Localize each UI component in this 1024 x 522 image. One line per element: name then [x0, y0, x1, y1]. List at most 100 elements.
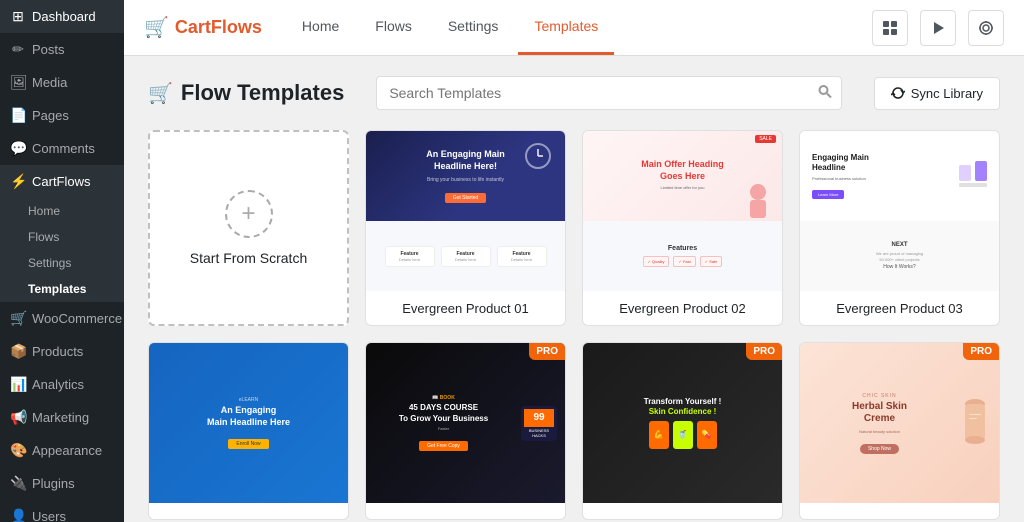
sidebar-item-users[interactable]: 👤 Users: [0, 500, 124, 522]
template-label-course: [149, 503, 348, 519]
sidebar-item-label: Products: [32, 344, 83, 359]
page-header: 🛒 Flow Templates: [148, 76, 1000, 110]
top-nav: 🛒 CartFlows Home Flows Settings Template…: [124, 0, 1024, 56]
tab-settings[interactable]: Settings: [432, 0, 515, 55]
woocommerce-icon: 🛒: [10, 310, 26, 327]
sidebar-item-label: Comments: [32, 141, 95, 156]
sidebar-item-label: Appearance: [32, 443, 102, 458]
sidebar-submenu: Home Flows Settings Templates: [0, 198, 124, 302]
users-icon: 👤: [10, 508, 26, 522]
template-card-skin[interactable]: PRO CHIC SKIN Herbal SkinCreme Natural b…: [799, 342, 1000, 520]
template-label-02: Evergreen Product 02: [583, 291, 782, 324]
sidebar-subitem-templates[interactable]: Templates: [0, 276, 124, 302]
scratch-plus-icon: +: [225, 190, 273, 238]
scratch-card[interactable]: + Start From Scratch: [148, 130, 349, 326]
template-card-course[interactable]: eLEARN An EngagingMain Headline Here Enr…: [148, 342, 349, 520]
template-card-fitness[interactable]: PRO Transform Yourself !Skin Confidence …: [582, 342, 783, 520]
plugins-icon: 🔌: [10, 475, 26, 492]
sidebar: ⊞ Dashboard ✏ Posts 🖼 Media 📄 Pages 💬 Co…: [0, 0, 124, 522]
sidebar-item-posts[interactable]: ✏ Posts: [0, 33, 124, 66]
content-area: 🛒 Flow Templates: [124, 56, 1024, 522]
appearance-icon: 🎨: [10, 442, 26, 459]
tab-home[interactable]: Home: [286, 0, 355, 55]
sidebar-item-comments[interactable]: 💬 Comments: [0, 132, 124, 165]
sidebar-item-label: CartFlows: [32, 174, 91, 189]
sidebar-item-label: Dashboard: [32, 9, 96, 24]
nav-icons: [872, 10, 1004, 46]
sidebar-subitem-home[interactable]: Home: [0, 198, 124, 224]
search-input[interactable]: [376, 76, 841, 110]
sidebar-subitem-flows[interactable]: Flows: [0, 224, 124, 250]
video-icon: [930, 20, 946, 36]
sync-library-button[interactable]: Sync Library: [874, 77, 1000, 110]
scratch-label: Start From Scratch: [190, 250, 307, 266]
templates-grid-row2: eLEARN An EngagingMain Headline Here Enr…: [148, 342, 1000, 520]
sidebar-item-pages[interactable]: 📄 Pages: [0, 99, 124, 132]
sidebar-subitem-label: Flows: [28, 230, 59, 244]
tab-templates[interactable]: Templates: [518, 0, 614, 55]
template-preview-skin: PRO CHIC SKIN Herbal SkinCreme Natural b…: [800, 343, 999, 503]
template-preview-course: eLEARN An EngagingMain Headline Here Enr…: [149, 343, 348, 503]
template-card-evergreen-02[interactable]: SALE Main Offer HeadingGoes Here Limited…: [582, 130, 783, 326]
template-preview-01: An Engaging MainHeadline Here! Bring you…: [366, 131, 565, 291]
template-label-book: [366, 503, 565, 519]
sidebar-subitem-settings[interactable]: Settings: [0, 250, 124, 276]
sidebar-item-products[interactable]: 📦 Products: [0, 335, 124, 368]
sync-library-label: Sync Library: [911, 86, 983, 101]
search-input-wrap: [376, 76, 841, 110]
sidebar-subitem-label: Settings: [28, 256, 71, 270]
grid-view-button[interactable]: [872, 10, 908, 46]
sidebar-item-label: Users: [32, 509, 66, 522]
analytics-icon: 📊: [10, 376, 26, 393]
template-label-skin: [800, 503, 999, 519]
sidebar-item-media[interactable]: 🖼 Media: [0, 66, 124, 99]
video-button[interactable]: [920, 10, 956, 46]
sidebar-item-marketing[interactable]: 📢 Marketing: [0, 401, 124, 434]
template-card-evergreen-03[interactable]: Engaging MainHeadline Professional busin…: [799, 130, 1000, 326]
template-label-01: Evergreen Product 01: [366, 291, 565, 324]
sidebar-item-woocommerce[interactable]: 🛒 WooCommerce: [0, 302, 124, 335]
grid-icon: [882, 20, 898, 36]
tab-flows[interactable]: Flows: [359, 0, 428, 55]
sidebar-item-appearance[interactable]: 🎨 Appearance: [0, 434, 124, 467]
search-wrap: [376, 76, 841, 110]
sidebar-subitem-label: Templates: [28, 282, 86, 296]
comments-icon: 💬: [10, 140, 26, 157]
template-card-book[interactable]: PRO 📖 BOOK 45 DAYS COURSETo Grow Your Bu…: [365, 342, 566, 520]
template-preview-02: SALE Main Offer HeadingGoes Here Limited…: [583, 131, 782, 291]
sidebar-item-label: Posts: [32, 42, 65, 57]
sidebar-item-label: WooCommerce: [32, 311, 122, 326]
star-icon: [978, 20, 994, 36]
page-title: Flow Templates: [181, 80, 344, 106]
template-preview-book: PRO 📖 BOOK 45 DAYS COURSETo Grow Your Bu…: [366, 343, 565, 503]
pro-badge-book: PRO: [529, 343, 565, 360]
posts-icon: ✏: [10, 41, 26, 58]
marketing-icon: 📢: [10, 409, 26, 426]
cartflows-icon: ⚡: [10, 173, 26, 190]
sidebar-item-dashboard[interactable]: ⊞ Dashboard: [0, 0, 124, 33]
pages-icon: 📄: [10, 107, 26, 124]
sidebar-item-analytics[interactable]: 📊 Analytics: [0, 368, 124, 401]
brand-name: CartFlows: [175, 17, 262, 38]
brand: 🛒 CartFlows: [144, 15, 262, 40]
template-preview-03: Engaging MainHeadline Professional busin…: [800, 131, 999, 291]
sidebar-item-label: Media: [32, 75, 67, 90]
brand-icon: 🛒: [144, 15, 169, 40]
main-area: 🛒 CartFlows Home Flows Settings Template…: [124, 0, 1024, 522]
sidebar-item-label: Plugins: [32, 476, 75, 491]
page-title-icon: 🛒: [148, 81, 173, 106]
pro-badge-fitness: PRO: [746, 343, 782, 360]
star-button[interactable]: [968, 10, 1004, 46]
sidebar-item-plugins[interactable]: 🔌 Plugins: [0, 467, 124, 500]
sidebar-item-label: Pages: [32, 108, 69, 123]
nav-tabs: Home Flows Settings Templates: [286, 0, 614, 55]
search-icon: [818, 85, 832, 102]
sidebar-item-label: Analytics: [32, 377, 84, 392]
sync-icon: [891, 86, 905, 100]
template-card-evergreen-01[interactable]: An Engaging MainHeadline Here! Bring you…: [365, 130, 566, 326]
products-icon: 📦: [10, 343, 26, 360]
dashboard-icon: ⊞: [10, 8, 26, 25]
template-label-fitness: [583, 503, 782, 519]
sidebar-subitem-label: Home: [28, 204, 60, 218]
sidebar-item-cartflows[interactable]: ⚡ CartFlows: [0, 165, 124, 198]
